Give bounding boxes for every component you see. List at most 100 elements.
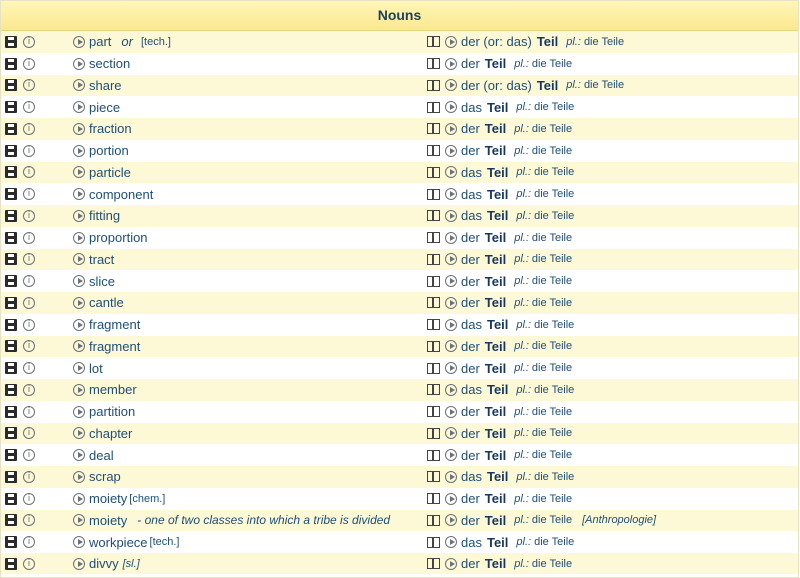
save-icon[interactable]: [5, 57, 17, 70]
info-icon[interactable]: i: [23, 209, 35, 222]
save-icon[interactable]: [5, 101, 17, 114]
inflection-table-icon[interactable]: [427, 188, 440, 200]
save-icon[interactable]: [5, 470, 17, 483]
inflection-table-icon[interactable]: [427, 166, 440, 178]
german-term[interactable]: Teil: [485, 339, 506, 354]
play-audio-icon[interactable]: [73, 362, 85, 375]
play-audio-icon[interactable]: [445, 79, 457, 92]
english-term[interactable]: component: [89, 187, 153, 202]
inflection-table-icon[interactable]: [427, 493, 440, 505]
german-term[interactable]: Teil: [487, 469, 508, 484]
play-audio-icon[interactable]: [445, 340, 457, 353]
save-icon[interactable]: [5, 405, 17, 418]
play-audio-icon[interactable]: [445, 427, 457, 440]
save-icon[interactable]: [5, 209, 17, 222]
play-audio-icon[interactable]: [73, 557, 85, 570]
info-icon[interactable]: i: [23, 275, 35, 288]
info-icon[interactable]: i: [23, 144, 35, 157]
inflection-table-icon[interactable]: [427, 275, 440, 287]
german-term[interactable]: Teil: [485, 56, 506, 71]
german-term[interactable]: Teil: [537, 78, 558, 93]
play-audio-icon[interactable]: [73, 318, 85, 331]
play-audio-icon[interactable]: [445, 253, 457, 266]
play-audio-icon[interactable]: [73, 166, 85, 179]
play-audio-icon[interactable]: [73, 449, 85, 462]
play-audio-icon[interactable]: [445, 383, 457, 396]
save-icon[interactable]: [5, 253, 17, 266]
play-audio-icon[interactable]: [73, 427, 85, 440]
info-icon[interactable]: i: [23, 122, 35, 135]
inflection-table-icon[interactable]: [427, 319, 440, 331]
play-audio-icon[interactable]: [73, 470, 85, 483]
play-audio-icon[interactable]: [73, 492, 85, 505]
german-term[interactable]: Teil: [485, 274, 506, 289]
play-audio-icon[interactable]: [73, 209, 85, 222]
play-audio-icon[interactable]: [445, 362, 457, 375]
german-term[interactable]: Teil: [485, 491, 506, 506]
german-term[interactable]: Teil: [485, 361, 506, 376]
save-icon[interactable]: [5, 166, 17, 179]
info-icon[interactable]: i: [23, 231, 35, 244]
german-term[interactable]: Teil: [485, 556, 506, 571]
save-icon[interactable]: [5, 449, 17, 462]
info-icon[interactable]: i: [23, 362, 35, 375]
english-term[interactable]: partition: [89, 404, 135, 419]
english-term[interactable]: fitting: [89, 208, 120, 223]
inflection-table-icon[interactable]: [427, 253, 440, 265]
german-term[interactable]: Teil: [487, 208, 508, 223]
play-audio-icon[interactable]: [73, 231, 85, 244]
inflection-table-icon[interactable]: [427, 362, 440, 374]
german-term[interactable]: Teil: [487, 100, 508, 115]
info-icon[interactable]: i: [23, 57, 35, 70]
german-term[interactable]: Teil: [485, 230, 506, 245]
play-audio-icon[interactable]: [73, 188, 85, 201]
info-icon[interactable]: i: [23, 253, 35, 266]
english-term[interactable]: slice: [89, 274, 115, 289]
german-term[interactable]: Teil: [485, 426, 506, 441]
save-icon[interactable]: [5, 362, 17, 375]
info-icon[interactable]: i: [23, 470, 35, 483]
inflection-table-icon[interactable]: [427, 145, 440, 157]
inflection-table-icon[interactable]: [427, 36, 440, 48]
inflection-table-icon[interactable]: [427, 340, 440, 352]
info-icon[interactable]: i: [23, 536, 35, 549]
german-term[interactable]: Teil: [537, 34, 558, 49]
inflection-table-icon[interactable]: [427, 101, 440, 113]
save-icon[interactable]: [5, 383, 17, 396]
info-icon[interactable]: i: [23, 492, 35, 505]
german-term[interactable]: Teil: [487, 165, 508, 180]
german-term[interactable]: Teil: [485, 143, 506, 158]
inflection-table-icon[interactable]: [427, 449, 440, 461]
save-icon[interactable]: [5, 296, 17, 309]
german-term[interactable]: Teil: [485, 404, 506, 419]
play-audio-icon[interactable]: [73, 144, 85, 157]
play-audio-icon[interactable]: [73, 536, 85, 549]
play-audio-icon[interactable]: [73, 296, 85, 309]
english-term[interactable]: workpiece: [89, 535, 148, 550]
english-term[interactable]: part: [89, 34, 111, 49]
german-term[interactable]: Teil: [487, 535, 508, 550]
german-term[interactable]: Teil: [485, 252, 506, 267]
info-icon[interactable]: i: [23, 101, 35, 114]
save-icon[interactable]: [5, 144, 17, 157]
english-term[interactable]: member: [89, 382, 137, 397]
inflection-table-icon[interactable]: [427, 297, 440, 309]
inflection-table-icon[interactable]: [427, 427, 440, 439]
info-icon[interactable]: i: [23, 427, 35, 440]
save-icon[interactable]: [5, 557, 17, 570]
save-icon[interactable]: [5, 275, 17, 288]
save-icon[interactable]: [5, 79, 17, 92]
info-icon[interactable]: i: [23, 449, 35, 462]
inflection-table-icon[interactable]: [427, 232, 440, 244]
english-term[interactable]: fragment: [89, 339, 140, 354]
play-audio-icon[interactable]: [445, 318, 457, 331]
english-term[interactable]: fragment: [89, 317, 140, 332]
info-icon[interactable]: i: [23, 79, 35, 92]
save-icon[interactable]: [5, 188, 17, 201]
english-term[interactable]: chapter: [89, 426, 132, 441]
german-term[interactable]: Teil: [487, 317, 508, 332]
english-term[interactable]: section: [89, 56, 130, 71]
save-icon[interactable]: [5, 122, 17, 135]
info-icon[interactable]: i: [23, 383, 35, 396]
play-audio-icon[interactable]: [445, 536, 457, 549]
